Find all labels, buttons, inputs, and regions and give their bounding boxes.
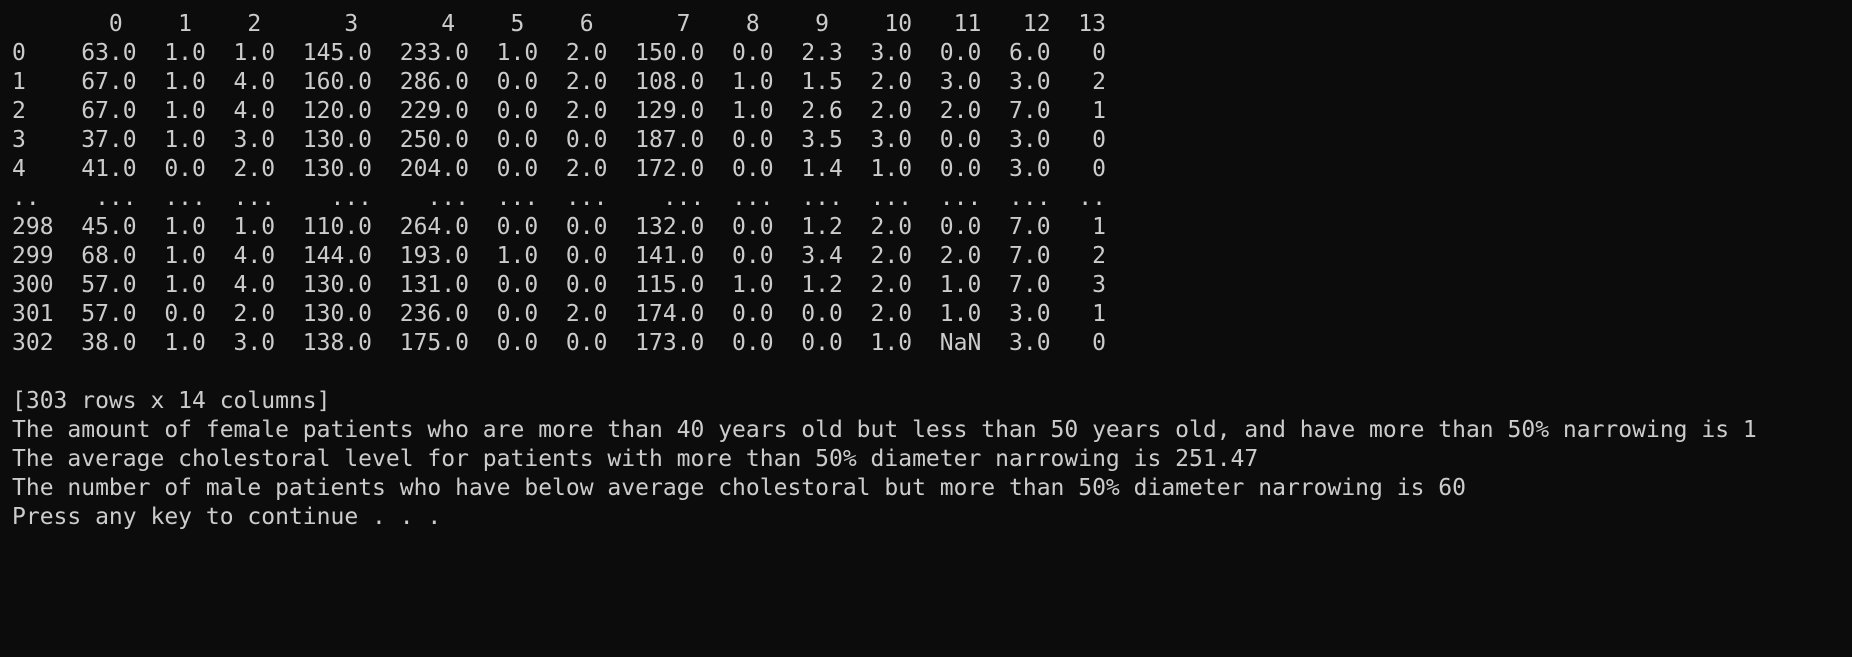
table-row: 4 41.0 0.0 2.0 130.0 204.0 0.0 2.0 172.0… [12,156,1106,182]
table-row: 302 38.0 1.0 3.0 138.0 175.0 0.0 0.0 173… [12,330,1106,356]
press-any-key-prompt: Press any key to continue . . . [12,504,442,530]
result-female-patients: The amount of female patients who are mo… [12,417,1757,443]
table-row: 300 57.0 1.0 4.0 130.0 131.0 0.0 0.0 115… [12,272,1106,298]
table-row: 1 67.0 1.0 4.0 160.0 286.0 0.0 2.0 108.0… [12,69,1106,95]
table-shape-summary: [303 rows x 14 columns] [12,388,331,414]
table-row: 0 63.0 1.0 1.0 145.0 233.0 1.0 2.0 150.0… [12,40,1106,66]
result-male-patients: The number of male patients who have bel… [12,475,1466,501]
table-row: 299 68.0 1.0 4.0 144.0 193.0 1.0 0.0 141… [12,243,1106,269]
table-ellipsis-row: .. ... ... ... ... ... ... ... ... ... .… [12,185,1106,211]
table-header-row: 0 1 2 3 4 5 6 7 8 9 10 11 12 13 [12,11,1106,37]
table-row: 298 45.0 1.0 1.0 110.0 264.0 0.0 0.0 132… [12,214,1106,240]
table-row: 3 37.0 1.0 3.0 130.0 250.0 0.0 0.0 187.0… [12,127,1106,153]
table-row: 2 67.0 1.0 4.0 120.0 229.0 0.0 2.0 129.0… [12,98,1106,124]
table-row: 301 57.0 0.0 2.0 130.0 236.0 0.0 2.0 174… [12,301,1106,327]
console-window[interactable]: 0 1 2 3 4 5 6 7 8 9 10 11 12 13 0 63.0 1… [0,0,1852,657]
result-average-cholesterol: The average cholestoral level for patien… [12,446,1259,472]
